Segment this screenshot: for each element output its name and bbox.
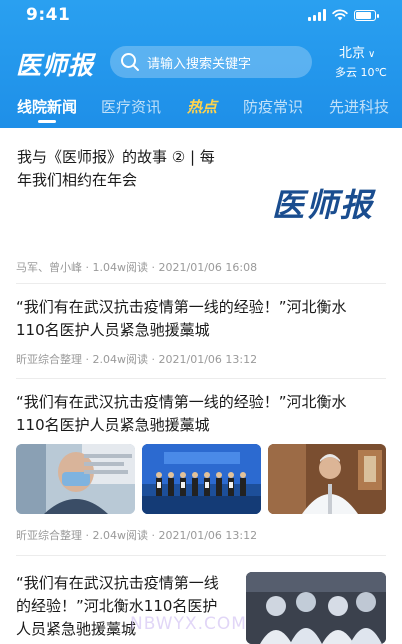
status-bar: 9:41 xyxy=(0,0,402,30)
tab-hot[interactable]: 热点 xyxy=(187,96,217,117)
news-meta: 马军、曾小峰 · 1.04w阅读 · 2021/01/06 16:08 xyxy=(16,261,258,274)
news-date: 2021/01/06 13:12 xyxy=(158,353,258,366)
app-logo: 医师报 xyxy=(16,51,95,80)
city-label: 北京 xyxy=(339,46,366,61)
news-reads: 1.04w阅读 xyxy=(92,261,149,274)
news-date: 2021/01/06 13:12 xyxy=(158,529,258,542)
city-selector[interactable]: 北京 ∨ xyxy=(339,42,375,61)
status-time: 9:41 xyxy=(26,5,71,25)
news-meta: 昕亚综合整理 · 2.04w阅读 · 2021/01/06 13:12 xyxy=(16,529,258,542)
chevron-down-icon: ∨ xyxy=(368,49,376,60)
news-title-line: 110名医护人员紧急驰援藁城 xyxy=(16,416,210,434)
news-author: 昕亚综合整理 xyxy=(16,353,82,366)
app-header: 9:41 医师报 请输入搜索关键字 北京 ∨ 多云 10℃ 线院新闻 医疗资讯 热… xyxy=(0,0,402,128)
news-meta: 昕亚综合整理 · 2.04w阅读 · 2021/01/06 13:12 xyxy=(16,353,258,366)
news-author: 马军、曾小峰 xyxy=(16,261,82,274)
news-thumbnail xyxy=(268,444,386,514)
news-reads: 2.04w阅读 xyxy=(92,353,149,366)
news-thumbnail xyxy=(16,444,135,514)
news-reads: 2.04w阅读 xyxy=(92,529,149,542)
category-tabs: 线院新闻 医疗资讯 热点 防疫常识 先进科技 xyxy=(0,96,402,124)
battery-icon xyxy=(354,9,379,21)
divider xyxy=(16,555,386,556)
medical-team-image xyxy=(246,572,386,644)
news-title: 我与《医师报》的故事 ② | 每 年我们相约在年会 xyxy=(17,146,257,192)
search-placeholder: 请输入搜索关键字 xyxy=(147,57,252,72)
cellular-signal-icon xyxy=(308,9,326,21)
news-title-line: 110名医护人员紧急驰援藁城 xyxy=(16,321,210,339)
tab-advanced-tech[interactable]: 先进科技 xyxy=(329,96,389,117)
news-title-line: 年我们相约在年会 xyxy=(17,171,138,189)
news-title: “我们有在武汉抗击疫情第一线的经验！”河北衡水 110名医护人员紧急驰援藁城 xyxy=(16,296,388,342)
news-thumbnail-logo: 医师报 xyxy=(272,186,375,224)
news-title-line: 我与《医师报》的故事 ② | 每 xyxy=(17,148,215,166)
doctor-video-call-image xyxy=(16,444,135,514)
divider xyxy=(16,283,386,284)
stage-group-photo-image xyxy=(142,444,261,514)
news-date: 2021/01/06 16:08 xyxy=(158,261,258,274)
news-title-line: “我们有在武汉抗击疫情第一线的经验！”河北衡水 xyxy=(16,298,347,316)
news-title-line: “我们有在武汉抗击疫情第一线 xyxy=(16,574,219,592)
news-title: “我们有在武汉抗击疫情第一线的经验！”河北衡水 110名医护人员紧急驰援藁城 xyxy=(16,391,388,437)
divider xyxy=(16,378,386,379)
tab-medical-info[interactable]: 医疗资讯 xyxy=(101,96,161,117)
status-icons xyxy=(308,9,379,21)
search-icon xyxy=(121,53,139,71)
tab-hospital-news[interactable]: 线院新闻 xyxy=(17,96,77,117)
watermark: NBWYX.COM xyxy=(130,614,247,634)
elderly-doctor-image xyxy=(268,444,386,514)
tab-epidemic-prevention[interactable]: 防疫常识 xyxy=(243,96,303,117)
news-author: 昕亚综合整理 xyxy=(16,529,82,542)
news-thumbnail xyxy=(142,444,261,514)
news-title-line: “我们有在武汉抗击疫情第一线的经验！”河北衡水 xyxy=(16,393,347,411)
wifi-icon xyxy=(332,9,348,21)
search-input[interactable]: 请输入搜索关键字 xyxy=(110,46,312,78)
active-tab-indicator xyxy=(38,120,56,123)
news-thumbnail xyxy=(246,572,386,644)
weather-info: 多云 10℃ xyxy=(335,66,387,79)
